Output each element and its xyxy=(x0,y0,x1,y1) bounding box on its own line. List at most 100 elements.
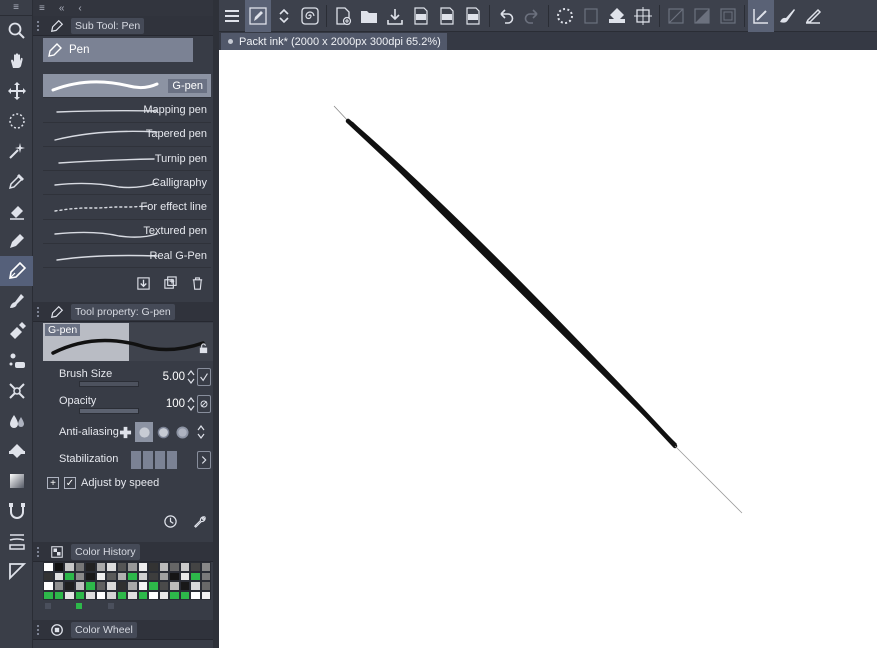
subtool-item[interactable]: G-pen xyxy=(43,74,211,99)
color-swatch[interactable] xyxy=(74,571,85,581)
opacity-slider[interactable] xyxy=(79,408,139,414)
undo-button[interactable] xyxy=(493,0,519,32)
brush-tool[interactable] xyxy=(0,286,33,316)
color-swatch[interactable] xyxy=(74,562,85,572)
drawing-canvas[interactable] xyxy=(219,50,877,648)
pen-mode-button[interactable] xyxy=(748,0,774,32)
opacity-spinner-icon[interactable] xyxy=(187,396,195,412)
color-swatch[interactable] xyxy=(179,562,190,572)
color-swatch[interactable] xyxy=(158,590,169,600)
export-jpg-button[interactable] xyxy=(408,0,434,32)
color-swatch[interactable] xyxy=(64,562,75,572)
new-button[interactable] xyxy=(330,0,356,32)
delete-subtool-icon[interactable] xyxy=(190,276,205,291)
color-swatch[interactable] xyxy=(43,562,54,572)
airbrush-tool[interactable] xyxy=(0,316,33,346)
panel-menu-icon[interactable]: ≡ xyxy=(39,3,45,14)
save-button[interactable] xyxy=(382,0,408,32)
subtool-group-tab[interactable]: Pen xyxy=(43,38,193,62)
gradient-tool[interactable] xyxy=(0,466,33,496)
brush-size-slider[interactable] xyxy=(79,381,139,387)
aa-weak-option[interactable] xyxy=(135,422,153,442)
color-swatch[interactable] xyxy=(43,571,54,581)
aa-strong-option[interactable] xyxy=(173,422,191,442)
lock-icon[interactable] xyxy=(198,343,209,354)
loading-button[interactable] xyxy=(552,0,578,32)
wrench-icon[interactable] xyxy=(192,514,207,529)
aa-medium-option[interactable] xyxy=(154,422,172,442)
color-swatch[interactable] xyxy=(127,590,138,600)
selection-pen-button[interactable] xyxy=(245,0,271,32)
export-png-button[interactable] xyxy=(434,0,460,32)
color-swatch[interactable] xyxy=(169,571,180,581)
stabilization-level[interactable] xyxy=(167,451,177,469)
move-tool[interactable] xyxy=(0,76,33,106)
export-psd-button[interactable] xyxy=(460,0,486,32)
selection-tool[interactable] xyxy=(0,106,33,136)
menu-button[interactable] xyxy=(219,0,245,32)
color-swatch[interactable] xyxy=(158,581,169,591)
subtool-item[interactable]: Tapered pen xyxy=(43,123,211,147)
color-swatch[interactable] xyxy=(190,581,201,591)
color-swatch[interactable] xyxy=(116,581,127,591)
fill-layer-button[interactable] xyxy=(604,0,630,32)
download-subtool-icon[interactable] xyxy=(136,276,151,291)
color-swatch[interactable] xyxy=(53,590,64,600)
color-swatch[interactable] xyxy=(127,581,138,591)
color-swatch[interactable] xyxy=(64,571,75,581)
color-swatch[interactable] xyxy=(169,590,180,600)
color-swatch[interactable] xyxy=(95,571,106,581)
color-swatch[interactable] xyxy=(116,571,127,581)
color-swatch[interactable] xyxy=(158,562,169,572)
antialiasing-spinner-icon[interactable] xyxy=(197,424,205,440)
stabilization-level[interactable] xyxy=(143,451,153,469)
color-swatch[interactable] xyxy=(179,590,190,600)
auto-select-tool[interactable] xyxy=(0,136,33,166)
color-swatch[interactable] xyxy=(106,590,117,600)
color-swatch[interactable] xyxy=(53,581,64,591)
crop-button[interactable] xyxy=(630,0,656,32)
companion-button[interactable] xyxy=(297,0,323,32)
color-swatch[interactable] xyxy=(137,562,148,572)
clock-icon[interactable] xyxy=(163,514,178,529)
color-swatch[interactable] xyxy=(179,571,190,581)
pen-tool[interactable] xyxy=(0,256,33,286)
border-button[interactable] xyxy=(715,0,741,32)
panel-grip-icon[interactable] xyxy=(37,624,43,635)
color-swatch[interactable] xyxy=(200,571,211,581)
color-swatch[interactable] xyxy=(200,590,211,600)
color-swatch[interactable] xyxy=(148,581,159,591)
color-swatch[interactable] xyxy=(148,571,159,581)
color-swatch[interactable] xyxy=(148,590,159,600)
collapse-icon[interactable]: ‹ xyxy=(78,3,81,14)
deselect-button[interactable] xyxy=(663,0,689,32)
redo-button[interactable] xyxy=(519,0,545,32)
color-swatch[interactable] xyxy=(43,590,54,600)
color-swatch[interactable] xyxy=(190,590,201,600)
color-swatch[interactable] xyxy=(74,581,85,591)
color-swatch[interactable] xyxy=(137,581,148,591)
brush-size-spinner-icon[interactable] xyxy=(187,369,195,385)
color-swatch[interactable] xyxy=(148,562,159,572)
frame-border-tool[interactable] xyxy=(0,526,33,556)
subtool-item[interactable]: For effect line xyxy=(43,195,211,220)
color-swatch[interactable] xyxy=(158,571,169,581)
subtool-item[interactable]: Mapping pen xyxy=(43,98,211,123)
color-swatch[interactable] xyxy=(116,590,127,600)
color-swatch[interactable] xyxy=(127,562,138,572)
fill-tool[interactable] xyxy=(0,436,33,466)
opacity-value[interactable]: 100 xyxy=(166,398,185,410)
color-swatch[interactable] xyxy=(179,581,190,591)
color-swatch[interactable] xyxy=(74,590,85,600)
toggle-button[interactable] xyxy=(271,0,297,32)
color-swatch[interactable] xyxy=(85,571,96,581)
color-swatch[interactable] xyxy=(43,581,54,591)
color-swatch[interactable] xyxy=(106,581,117,591)
color-swatch[interactable] xyxy=(200,581,211,591)
pencil-tool[interactable] xyxy=(0,226,33,256)
open-button[interactable] xyxy=(356,0,382,32)
collapse-left-icon[interactable]: « xyxy=(59,3,65,14)
subtool-item[interactable]: Textured pen xyxy=(43,220,211,245)
duplicate-subtool-icon[interactable] xyxy=(163,275,178,291)
panel-grip-icon[interactable] xyxy=(37,546,43,557)
